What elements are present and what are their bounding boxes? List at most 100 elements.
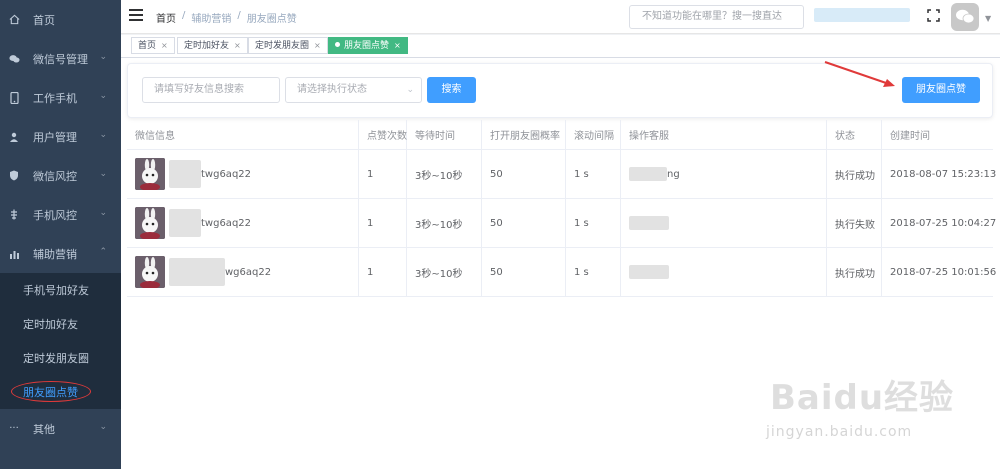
close-icon[interactable]: ×	[234, 41, 241, 50]
tab-label: 定时发朋友圈	[255, 41, 310, 51]
shield-icon	[7, 169, 21, 183]
sidebar-item-label: 手机风控	[33, 208, 77, 222]
wait-cell: 3秒~10秒	[407, 248, 482, 296]
submenu-item-timed-add-friend[interactable]: 定时加好友	[0, 307, 121, 341]
submenu-item-label: 定时发朋友圈	[23, 352, 89, 365]
breadcrumb-item-home[interactable]: 首页	[156, 10, 176, 25]
annotation-arrow	[824, 61, 895, 87]
sidebar-item-home[interactable]: 首页	[0, 0, 121, 39]
agent-cell	[621, 248, 827, 296]
column-header: 滚动间隔	[566, 120, 621, 149]
blurred-name	[169, 160, 201, 188]
wechat-info-cell: wg6aq22	[127, 248, 359, 296]
blurred-name	[169, 209, 201, 237]
sidebar-item-label: 微信风控	[33, 169, 77, 183]
wait-cell: 3秒~10秒	[407, 150, 482, 198]
breadcrumb-item-marketing: 辅助营销	[191, 14, 232, 25]
submenu-item-moments-like[interactable]: 朋友圈点赞	[0, 375, 121, 409]
wechat-id: twg6aq22	[201, 217, 252, 229]
sidebar-item-other[interactable]: ··· 其他 ⌄	[0, 409, 121, 448]
tab-timed-add-friend[interactable]: 定时加好友 ×	[177, 37, 248, 54]
wechat-info-cell: twg6aq22	[127, 199, 359, 247]
likes-cell: 1	[359, 150, 407, 198]
annotation-ellipse	[11, 381, 91, 402]
risk-icon	[7, 208, 21, 222]
watermark-logo: Baidu经验	[770, 378, 955, 418]
blurred-name	[169, 258, 225, 286]
sidebar-item-user-management[interactable]: 用户管理 ⌄	[0, 117, 121, 156]
sidebar-item-phone-risk[interactable]: 手机风控 ⌄	[0, 195, 121, 234]
chevron-down-icon: ⌄	[99, 52, 107, 62]
likes-cell: 1	[359, 248, 407, 296]
chevron-down-icon: ⌄	[99, 169, 107, 179]
wechat-avatar	[135, 256, 165, 288]
breadcrumb: 首页 / 辅助营销 / 朋友圈点赞	[156, 10, 297, 25]
feature-search-input[interactable]: 不知道功能在哪里？搜一搜直达	[629, 5, 804, 29]
column-header: 点赞次数	[359, 120, 407, 149]
created-cell: 2018-07-25 10:04:27	[890, 217, 997, 229]
sidebar-item-wechat-accounts[interactable]: 微信号管理 ⌄	[0, 39, 121, 78]
sidebar-item-work-phone[interactable]: 工作手机 ⌄	[0, 78, 121, 117]
wechat-logo-icon	[956, 9, 975, 24]
submenu-assisted-marketing: 手机号加好友 定时加好友 定时发朋友圈 朋友圈点赞	[0, 273, 121, 409]
fullscreen-icon[interactable]	[927, 9, 940, 22]
home-icon	[7, 13, 21, 27]
column-header: 创建时间	[890, 131, 930, 142]
tab-moments-like[interactable]: 朋友圈点赞 ×	[328, 37, 408, 54]
tab-label: 定时加好友	[184, 41, 230, 51]
user-icon	[7, 130, 21, 144]
sidebar: 首页 微信号管理 ⌄ 工作手机 ⌄ 用户管理 ⌄ 微信风控 ⌄ 手机风控 ⌄ 辅…	[0, 0, 121, 469]
column-header: 操作客服	[621, 120, 827, 149]
watermark-url: jingyan.baidu.com	[766, 424, 913, 440]
submenu-item-phone-add-friend[interactable]: 手机号加好友	[0, 273, 121, 307]
submenu-item-timed-moments-post[interactable]: 定时发朋友圈	[0, 341, 121, 375]
avatar[interactable]	[951, 3, 979, 31]
wechat-icon	[7, 52, 21, 66]
interval-cell: 1 s	[566, 150, 621, 198]
submenu-item-label: 定时加好友	[23, 318, 78, 331]
interval-cell: 1 s	[566, 199, 621, 247]
chart-icon	[7, 247, 21, 261]
likes-table: 微信信息 点赞次数 等待时间 打开朋友圈概率 滚动间隔 操作客服 状态 创建时间…	[127, 120, 997, 297]
moments-like-button[interactable]: 朋友圈点赞	[902, 77, 980, 103]
wechat-id: wg6aq22	[225, 266, 272, 278]
status-select-placeholder: 请选择执行状态	[297, 84, 367, 95]
sidebar-item-wechat-risk[interactable]: 微信风控 ⌄	[0, 156, 121, 195]
chevron-down-icon: ⌄	[99, 91, 107, 101]
close-icon[interactable]: ×	[161, 41, 168, 50]
table-row: twg6aq22 1 3秒~10秒 50 1 s ng 执行成功 2018-08…	[127, 150, 997, 199]
column-header: 状态	[827, 120, 882, 149]
sidebar-item-label: 用户管理	[33, 130, 77, 144]
agent-text: ng	[667, 168, 680, 180]
caret-down-icon[interactable]: ▼	[985, 14, 991, 23]
breadcrumb-item-current: 朋友圈点赞	[246, 14, 297, 25]
search-button[interactable]: 搜索	[427, 77, 476, 103]
breadcrumb-separator: /	[237, 10, 241, 21]
chevron-up-icon: ⌃	[99, 247, 107, 257]
agent-cell: ng	[621, 150, 827, 198]
friend-search-input[interactable]: 请填写好友信息搜索	[142, 77, 280, 103]
wait-cell: 3秒~10秒	[407, 199, 482, 247]
probability-cell: 50	[482, 150, 566, 198]
submenu-item-label: 手机号加好友	[23, 284, 89, 297]
status-cell: 执行失败	[827, 199, 882, 247]
status-cell: 执行成功	[827, 150, 882, 198]
blurred-agent	[629, 265, 669, 279]
phone-icon	[7, 91, 21, 105]
likes-cell: 1	[359, 199, 407, 247]
table-row: wg6aq22 1 3秒~10秒 50 1 s 执行成功 2018-07-25 …	[127, 248, 996, 297]
sidebar-item-label: 工作手机	[33, 91, 77, 105]
status-select[interactable]: 请选择执行状态 ⌄	[285, 77, 422, 103]
close-icon[interactable]: ×	[394, 41, 401, 50]
sidebar-item-assisted-marketing[interactable]: 辅助营销 ⌃	[0, 234, 121, 273]
agent-cell	[621, 199, 827, 247]
hamburger-icon[interactable]	[129, 9, 143, 21]
breadcrumb-separator: /	[182, 10, 186, 21]
created-cell: 2018-08-07 15:23:13	[890, 168, 997, 180]
tab-timed-moments-post[interactable]: 定时发朋友圈 ×	[248, 37, 328, 54]
tab-home[interactable]: 首页 ×	[131, 37, 175, 54]
sidebar-item-label: 微信号管理	[33, 52, 88, 66]
blurred-agent	[629, 167, 667, 181]
close-icon[interactable]: ×	[314, 41, 321, 50]
sidebar-item-label: 其他	[33, 422, 55, 436]
